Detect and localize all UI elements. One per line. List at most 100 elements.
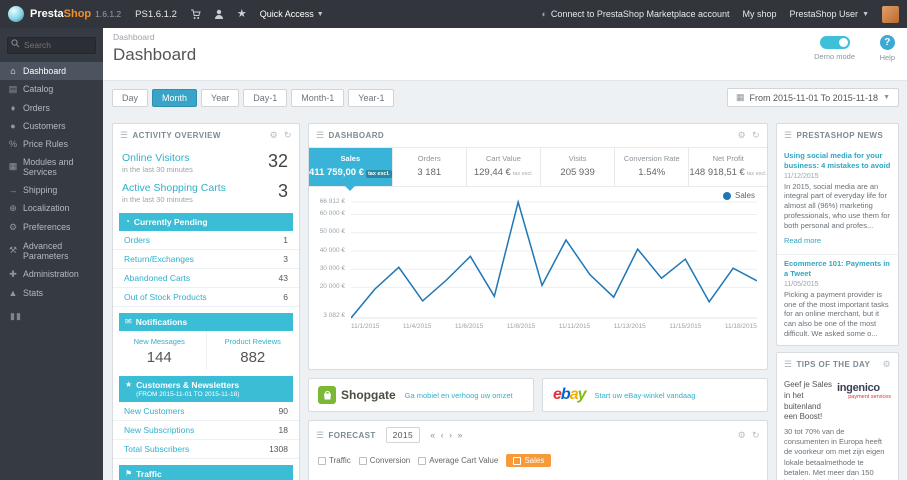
ingenico-brand-name: ingenico: [837, 382, 880, 394]
top-bar: PrestaShop 1.6.1.2 PS1.6.1.2 ★ Quick Acc…: [0, 0, 907, 28]
notifications-header: ✉ Notifications: [119, 313, 293, 332]
active-carts-link[interactable]: Active Shopping Carts: [122, 182, 290, 194]
x-tick: 11/11/2015: [558, 323, 591, 330]
help-icon[interactable]: ?: [879, 35, 895, 50]
sidebar-item-modules[interactable]: ▦ Modules and Services: [0, 153, 103, 181]
marketplace-link[interactable]: ◐ Connect to PrestaShop Marketplace accou…: [541, 9, 729, 19]
user-menu[interactable]: PrestaShop User ▼: [790, 9, 869, 19]
news-article-title-link[interactable]: Using social media for your business: 4 …: [784, 151, 891, 171]
kpi-sales[interactable]: Sales 411 759,00 € tax excl.: [309, 148, 393, 191]
forecast-legend-conversion[interactable]: Conversion: [358, 456, 410, 465]
prestashop-logo[interactable]: [8, 6, 24, 22]
forecast-panel-title: FORECAST: [328, 430, 376, 440]
online-visitors-link[interactable]: Online Visitors: [122, 152, 290, 164]
ebay-promo-link[interactable]: Start uw eBay-winkel vandaag: [595, 391, 696, 400]
panel-settings-icon[interactable]: ⚙: [883, 359, 891, 370]
sidebar-item-preferences[interactable]: ⚙ Preferences: [0, 218, 103, 237]
last-page-icon[interactable]: »: [457, 430, 462, 440]
employee-icon[interactable]: [214, 9, 224, 20]
sidebar-item-shipping[interactable]: → Shipping: [0, 181, 103, 199]
panel-refresh-icon[interactable]: ↻: [752, 430, 760, 441]
chart-legend[interactable]: Sales: [722, 191, 755, 200]
sidebar-item-localization[interactable]: ⊕ Localization: [0, 199, 103, 218]
read-more-link[interactable]: Read more: [784, 345, 821, 346]
total-subscribers-link[interactable]: Total Subscribers: [124, 444, 189, 454]
sidebar-item-orders[interactable]: ♦ Orders: [0, 99, 103, 117]
forecast-legend-traffic[interactable]: Traffic: [318, 456, 351, 465]
panel-refresh-icon[interactable]: ↻: [752, 130, 760, 141]
chart-plot-area[interactable]: [351, 199, 757, 321]
panel-refresh-icon[interactable]: ↻: [284, 130, 292, 141]
ingenico-logo: ingenico payment services: [837, 380, 891, 423]
badge-icon[interactable]: ★: [237, 8, 247, 20]
first-page-icon[interactable]: «: [430, 430, 435, 440]
sidebar-item-dashboard[interactable]: ⌂ Dashboard: [0, 61, 103, 80]
panel-settings-icon[interactable]: ⚙: [738, 430, 746, 441]
filter-day-1-button[interactable]: Day-1: [243, 88, 288, 107]
checkbox-icon: [513, 456, 522, 465]
forecast-legend-sales[interactable]: Sales: [506, 454, 552, 467]
product-reviews-cell[interactable]: Product Reviews 882: [207, 331, 300, 370]
kpi-net-profit[interactable]: Net Profit 148 918,51 € tax excl.: [689, 148, 767, 186]
next-page-icon[interactable]: ›: [449, 430, 452, 440]
sidebar-item-price-rules[interactable]: % Price Rules: [0, 135, 103, 153]
kpi-conversion-rate[interactable]: Conversion Rate 1.54%: [615, 148, 690, 186]
kpi-cart-value[interactable]: Cart Value 129,44 € tax excl.: [467, 148, 542, 186]
ebay-letter: b: [560, 386, 571, 403]
sidebar-item-catalog[interactable]: ▤ Catalog: [0, 80, 103, 99]
sidebar-collapse-icon[interactable]: ▮▮: [0, 302, 103, 331]
search-input[interactable]: [7, 36, 96, 54]
kpi-value: 205 939: [560, 167, 595, 178]
new-customers-link[interactable]: New Customers: [124, 406, 184, 416]
filter-year-1-button[interactable]: Year-1: [348, 88, 395, 107]
news-article: Using social media for your business: 4 …: [777, 147, 898, 256]
search-icon: [11, 39, 20, 48]
read-more-link[interactable]: Read more: [784, 236, 821, 245]
pending-returns-value: 3: [283, 254, 288, 265]
marketplace-icon: ◐: [541, 9, 547, 19]
x-tick: 11/1/2015: [351, 323, 380, 330]
filter-year-button[interactable]: Year: [201, 88, 240, 107]
caret-down-icon: ▼: [862, 10, 869, 18]
sidebar-item-label: Administration: [23, 269, 79, 279]
y-tick: 3 082 €: [323, 312, 345, 319]
abandoned-carts-link[interactable]: Abandoned Carts: [124, 273, 190, 283]
out-of-stock-link[interactable]: Out of Stock Products: [124, 292, 207, 302]
traffic-header: ⚑ Traffic(FROM 2015-11-01 TO 2015-11-18): [119, 465, 293, 480]
prev-page-icon[interactable]: ‹: [441, 430, 444, 440]
shipping-icon: →: [8, 184, 18, 195]
kpi-orders[interactable]: Orders 3 181: [393, 148, 467, 186]
panel-settings-icon[interactable]: ⚙: [270, 130, 278, 141]
demo-mode-toggle[interactable]: [819, 36, 850, 49]
quick-access-label: Quick Access: [259, 9, 314, 19]
new-subscriptions-row: New Subscriptions 18: [113, 421, 299, 441]
date-range-picker[interactable]: ▦ From 2015-11-01 To 2015-11-18 ▼: [726, 88, 899, 107]
forecast-year-select[interactable]: 2015: [385, 427, 421, 443]
news-article-title-link[interactable]: Ecommerce 101: Payments in a Tweet: [784, 259, 891, 279]
date-range-label: From 2015-11-01 To 2015-11-18: [749, 92, 879, 103]
user-avatar[interactable]: [882, 5, 899, 23]
sidebar-item-stats[interactable]: ▲ Stats: [0, 284, 103, 302]
traffic-title: Traffic: [136, 469, 162, 480]
filter-month-1-button[interactable]: Month-1: [291, 88, 345, 107]
filter-month-button[interactable]: Month: [152, 88, 198, 107]
list-icon: ☰: [120, 130, 129, 140]
shopgate-promo-link[interactable]: Ga mobiel en verhoog uw omzet: [405, 391, 513, 400]
forecast-legend-average-cart-value[interactable]: Average Cart Value: [418, 456, 498, 465]
sidebar-item-advanced-parameters[interactable]: ⚒ Advanced Parameters: [0, 237, 103, 265]
filter-day-button[interactable]: Day: [112, 88, 149, 107]
pending-orders-link[interactable]: Orders: [124, 235, 150, 245]
forecast-nav: « ‹ › »: [430, 430, 463, 440]
shop-name[interactable]: PS1.6.1.2: [135, 9, 177, 20]
my-shop-link[interactable]: My shop: [743, 9, 777, 19]
quick-access-menu[interactable]: Quick Access ▼: [260, 9, 324, 19]
sidebar-item-customers[interactable]: ● Customers: [0, 117, 103, 135]
new-messages-cell[interactable]: New Messages 144: [113, 331, 207, 371]
sidebar-item-administration[interactable]: ✚ Administration: [0, 265, 103, 284]
kpi-visits[interactable]: Visits 205 939: [541, 148, 616, 186]
cart-icon[interactable]: [190, 9, 201, 20]
new-subscriptions-link[interactable]: New Subscriptions: [124, 425, 194, 435]
pending-returns-link[interactable]: Return/Exchanges: [124, 254, 194, 264]
panel-settings-icon[interactable]: ⚙: [738, 130, 746, 141]
brand-part-1: Presta: [30, 8, 64, 20]
